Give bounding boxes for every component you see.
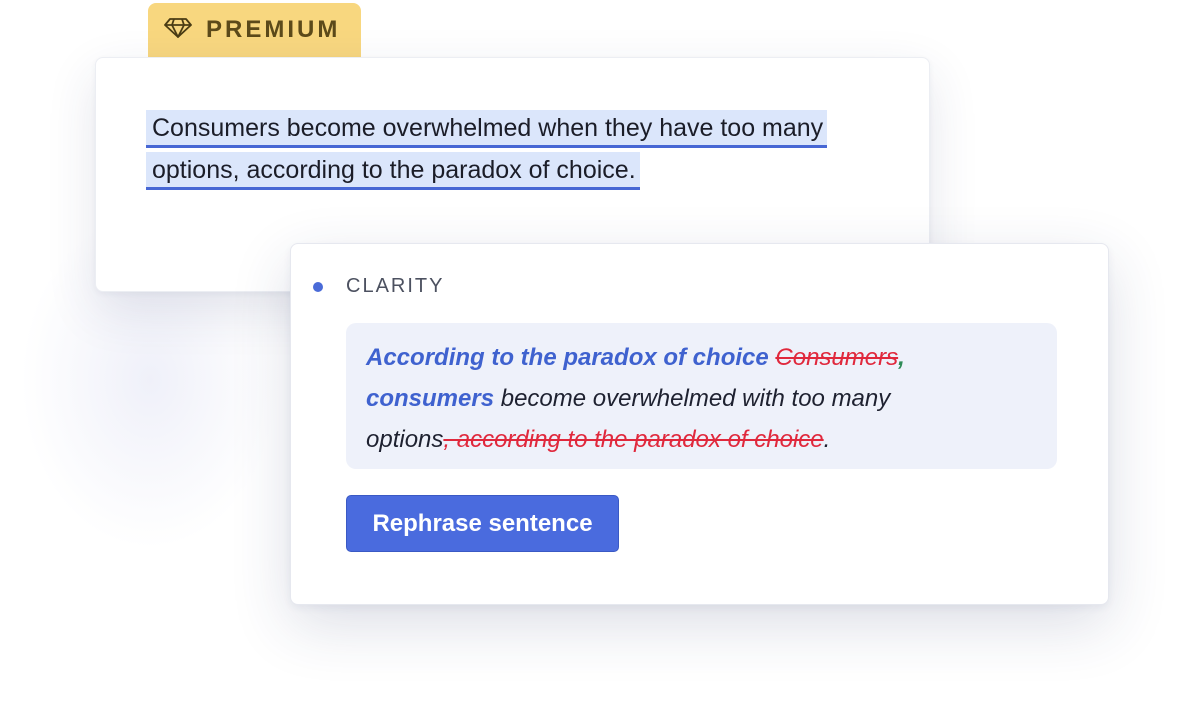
category-dot-icon (313, 282, 323, 292)
suggestion-preview[interactable]: According to the paradox of choice Consu… (346, 323, 1057, 469)
rephrase-sentence-button[interactable]: Rephrase sentence (346, 495, 619, 552)
unchanged-text: become overwhelmed with too many (494, 385, 891, 412)
suggestion-card: CLARITY According to the paradox of choi… (290, 243, 1109, 605)
deleted-clause: , according to the paradox of choice (443, 426, 824, 453)
deleted-word: Consumers (775, 344, 899, 371)
diamond-icon (164, 17, 192, 44)
inserted-phrase: According to the paradox of choice (366, 344, 769, 371)
sentence-period: . (823, 426, 831, 453)
premium-badge: PREMIUM (148, 3, 361, 63)
highlighted-sentence-line-1[interactable]: Consumers become overwhelmed when they h… (146, 110, 828, 148)
unchanged-text-options: options (366, 426, 444, 453)
inserted-word: consumers (366, 385, 495, 412)
premium-label: PREMIUM (206, 16, 341, 43)
document-text[interactable]: Consumers become overwhelmed when they h… (146, 107, 886, 191)
highlighted-sentence-line-2[interactable]: options, according to the paradox of cho… (146, 152, 640, 190)
suggestion-category: CLARITY (346, 275, 445, 297)
inserted-comma: , (898, 344, 905, 371)
